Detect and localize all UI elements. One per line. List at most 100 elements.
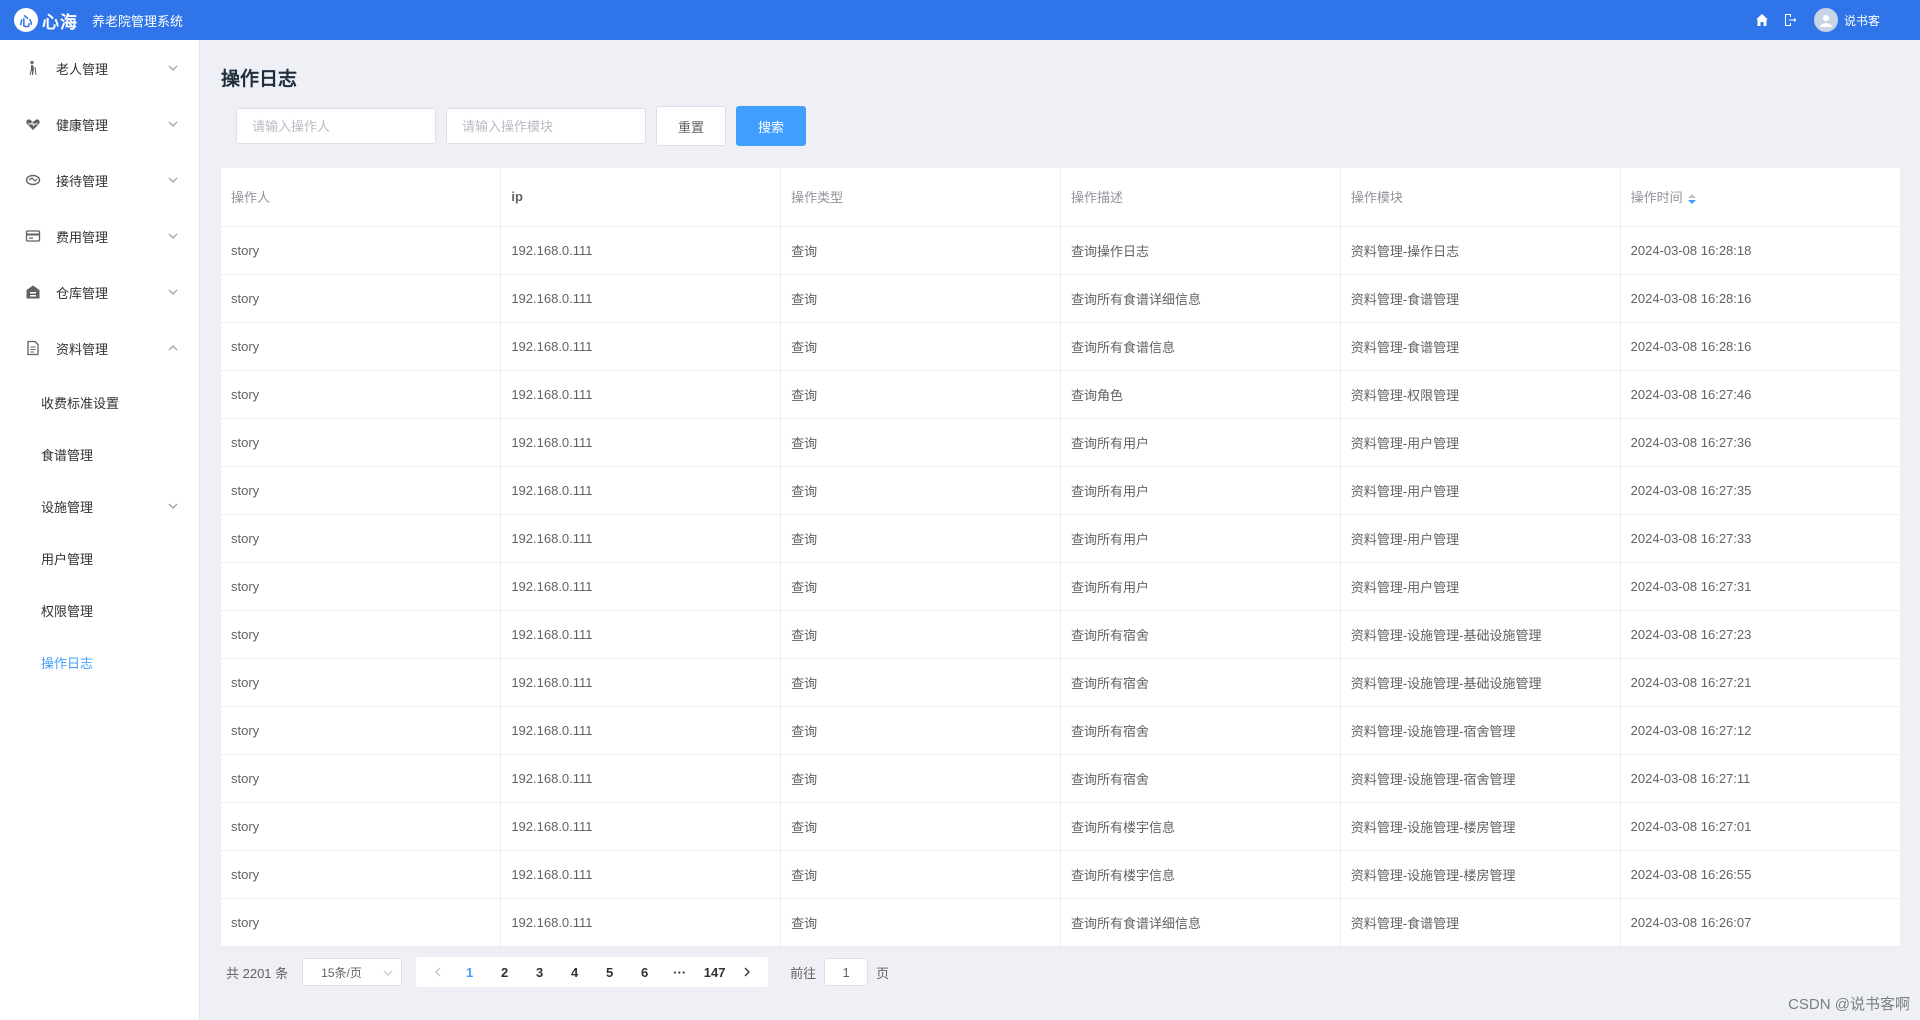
cell-description: 查询所有宿舍 (1060, 754, 1341, 803)
table-row[interactable]: story 192.168.0.111 查询 查询所有用户 资料管理-用户管理 2024-… (221, 514, 1900, 563)
chevron-down-icon (383, 965, 393, 979)
more-pages-button[interactable]: ··· (662, 958, 697, 986)
chevron-down-icon (167, 174, 179, 186)
cell-operator: story (221, 802, 502, 851)
page-button[interactable]: 5 (592, 958, 627, 986)
sidebar-item-label: 用户管理 (41, 551, 94, 567)
cell-operator: story (221, 850, 502, 899)
pagination: 共 2201 条 15条/页 1 2 3 4 5 6 ··· 147 前往 页 (226, 957, 889, 987)
username: 说书客 (1843, 13, 1880, 28)
cell-operator: story (221, 370, 502, 419)
cell-ip: 192.168.0.111 (500, 562, 782, 611)
table-row[interactable]: story 192.168.0.111 查询 查询所有宿舍 资料管理-设施管理-基础设施… (221, 610, 1900, 659)
cell-time: 2024-03-08 16:27:12 (1620, 706, 1900, 755)
column-header-description: 操作描述 (1060, 168, 1341, 227)
goto-page-input[interactable] (824, 958, 869, 986)
sidebar-item-facilities[interactable]: 设施管理 (0, 480, 199, 532)
table-row[interactable]: story 192.168.0.111 查询 查询所有楼宇信息 资料管理-设施管理-楼房… (221, 850, 1900, 899)
table-row[interactable]: story 192.168.0.111 查询 查询所有食谱详细信息 资料管理-食谱管理 2… (221, 898, 1900, 947)
cell-module: 资料管理-权限管理 (1340, 370, 1621, 419)
table-row[interactable]: story 192.168.0.111 查询 查询所有用户 资料管理-用户管理 2024-… (221, 418, 1900, 467)
menu-health-management[interactable]: 健康管理 (0, 96, 199, 152)
page-button[interactable]: 4 (557, 958, 592, 986)
chevron-down-icon (167, 286, 179, 298)
cell-description: 查询所有食谱详细信息 (1060, 274, 1341, 323)
table-row[interactable]: story 192.168.0.111 查询 查询所有用户 资料管理-用户管理 2024-… (221, 466, 1900, 515)
page-button[interactable]: 1 (452, 958, 487, 986)
cell-description: 查询所有用户 (1060, 514, 1341, 563)
search-button[interactable]: 搜索 (736, 106, 806, 146)
table-row[interactable]: story 192.168.0.111 查询 查询角色 资料管理-权限管理 2024-03… (221, 370, 1900, 419)
operator-input[interactable] (236, 108, 436, 144)
cell-module: 资料管理-操作日志 (1340, 226, 1621, 275)
menu-reception-management[interactable]: 接待管理 (0, 152, 199, 208)
cell-ip: 192.168.0.111 (500, 370, 782, 419)
table-header-row: 操作人 ip 操作类型 操作描述 操作模块 操作时间 (221, 168, 1900, 227)
page-button[interactable]: 3 (522, 958, 557, 986)
cell-type: 查询 (780, 226, 1061, 275)
page-button[interactable]: 2 (487, 958, 522, 986)
cell-type: 查询 (780, 658, 1061, 707)
page-size-select[interactable]: 15条/页 (302, 958, 403, 986)
cell-ip: 192.168.0.111 (500, 274, 782, 323)
table-row[interactable]: story 192.168.0.111 查询 查询所有宿舍 资料管理-设施管理-宿舍管理… (221, 706, 1900, 755)
table-row[interactable]: story 192.168.0.111 查询 查询操作日志 资料管理-操作日志 2024-… (221, 226, 1900, 275)
column-header-ip: ip (500, 168, 782, 227)
cell-type: 查询 (780, 370, 1061, 419)
filter-bar: 重置 搜索 (236, 106, 806, 146)
logout-icon[interactable] (1782, 12, 1798, 28)
top-header: 心 心海 养老院管理系统 说书客 (0, 0, 1920, 40)
sidebar-item-recipes[interactable]: 食谱管理 (0, 428, 199, 480)
cell-time: 2024-03-08 16:27:36 (1620, 418, 1900, 467)
cell-type: 查询 (780, 562, 1061, 611)
sidebar-item-permissions[interactable]: 权限管理 (0, 584, 199, 636)
cell-ip: 192.168.0.111 (500, 850, 782, 899)
menu-warehouse-management[interactable]: 仓库管理 (0, 264, 199, 320)
cell-ip: 192.168.0.111 (500, 754, 782, 803)
prev-page-button[interactable] (422, 958, 452, 986)
cell-module: 资料管理-食谱管理 (1340, 274, 1621, 323)
menu-fee-management[interactable]: 费用管理 (0, 208, 199, 264)
sidebar-item-users[interactable]: 用户管理 (0, 532, 199, 584)
app-title: 养老院管理系统 (92, 13, 184, 29)
page-button[interactable]: 147 (697, 958, 732, 986)
document-icon (24, 339, 42, 357)
table-row[interactable]: story 192.168.0.111 查询 查询所有楼宇信息 资料管理-设施管理-楼房… (221, 802, 1900, 851)
next-page-button[interactable] (732, 958, 762, 986)
user-menu[interactable]: 说书客 (1813, 8, 1880, 32)
column-header-operator: 操作人 (221, 168, 502, 227)
table-row[interactable]: story 192.168.0.111 查询 查询所有食谱详细信息 资料管理-食谱管理 2… (221, 274, 1900, 323)
cell-module: 资料管理-设施管理-宿舍管理 (1340, 754, 1621, 803)
cell-type: 查询 (780, 754, 1061, 803)
cell-ip: 192.168.0.111 (500, 706, 782, 755)
menu-data-management[interactable]: 资料管理 (0, 320, 199, 376)
cell-time: 2024-03-08 16:28:18 (1620, 226, 1900, 275)
cell-ip: 192.168.0.111 (500, 226, 782, 275)
brand[interactable]: 心 心海 养老院管理系统 (14, 8, 183, 33)
cell-description: 查询所有楼宇信息 (1060, 802, 1341, 851)
sidebar-item-fee-standards[interactable]: 收费标准设置 (0, 376, 199, 428)
cell-time: 2024-03-08 16:27:11 (1620, 754, 1900, 803)
sidebar-item-operation-log[interactable]: 操作日志 (0, 636, 199, 688)
table-row[interactable]: story 192.168.0.111 查询 查询所有用户 资料管理-用户管理 2024-… (221, 562, 1900, 611)
cell-ip: 192.168.0.111 (500, 802, 782, 851)
table-row[interactable]: story 192.168.0.111 查询 查询所有宿舍 资料管理-设施管理-基础设施… (221, 658, 1900, 707)
column-header-time[interactable]: 操作时间 (1620, 168, 1900, 227)
handshake-icon (24, 171, 42, 189)
sidebar: 老人管理 健康管理 接待管理 费用管理 仓库管理 资料管理 收费标准设置 食谱管… (0, 40, 200, 1020)
home-icon[interactable] (1754, 12, 1770, 28)
table-row[interactable]: story 192.168.0.111 查询 查询所有食谱信息 资料管理-食谱管理 202… (221, 322, 1900, 371)
cell-description: 查询所有用户 (1060, 418, 1341, 467)
cell-time: 2024-03-08 16:27:46 (1620, 370, 1900, 419)
sidebar-item-label: 权限管理 (41, 603, 94, 619)
sort-icon[interactable] (1687, 193, 1697, 205)
cell-module: 资料管理-用户管理 (1340, 466, 1621, 515)
module-input[interactable] (446, 108, 646, 144)
elder-icon (24, 59, 42, 77)
menu-label: 健康管理 (56, 117, 109, 133)
menu-elder-management[interactable]: 老人管理 (0, 40, 199, 96)
reset-button[interactable]: 重置 (656, 106, 726, 146)
goto-page: 前往 页 (790, 958, 889, 986)
page-button[interactable]: 6 (627, 958, 662, 986)
table-row[interactable]: story 192.168.0.111 查询 查询所有宿舍 资料管理-设施管理-宿舍管理… (221, 754, 1900, 803)
